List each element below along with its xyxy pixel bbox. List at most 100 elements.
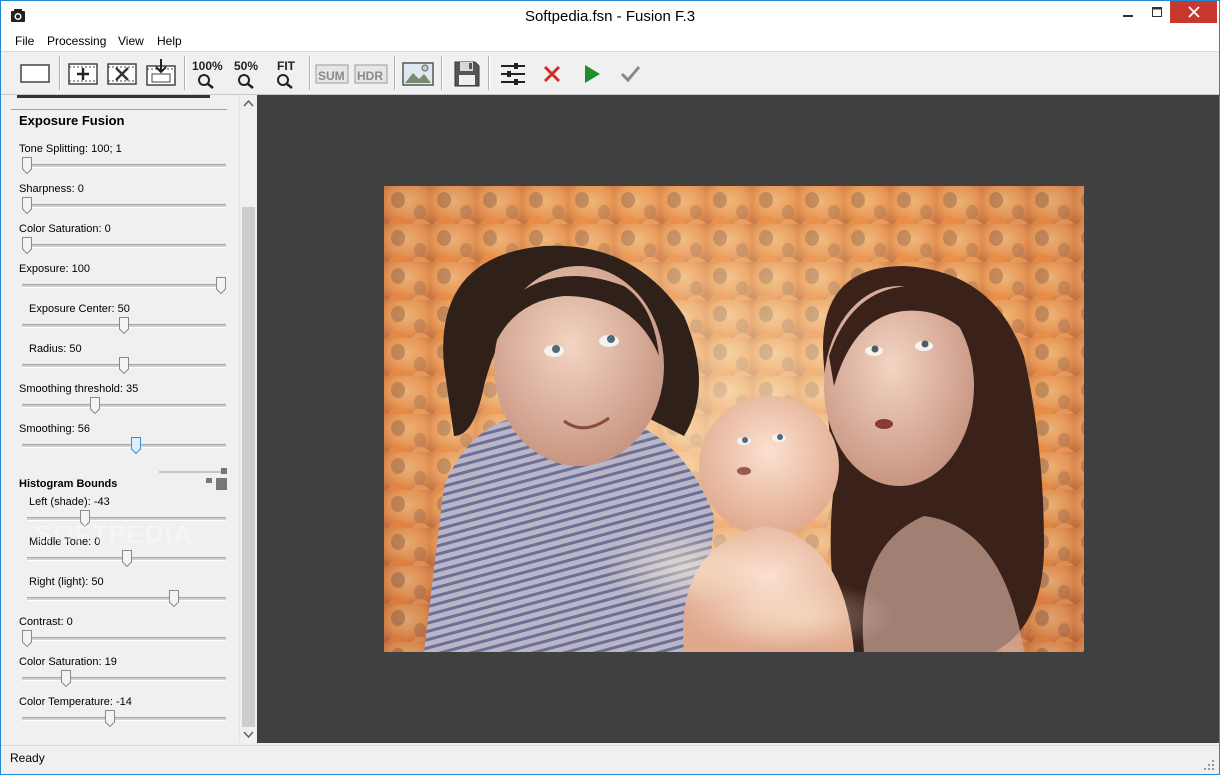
settings-panel: Exposure Fusion Tone Splitting: 100; 1 Sh… — [9, 95, 239, 743]
run-button[interactable] — [574, 56, 608, 90]
menu-help[interactable]: Help — [157, 34, 182, 48]
slider-label: Exposure Center: 50 — [29, 303, 130, 315]
status-bar: Ready — [1, 745, 1219, 774]
softpedia-watermark: SOFTPEDIA — [35, 519, 193, 549]
slider-thumb[interactable] — [22, 157, 32, 174]
remove-image-button[interactable] — [105, 56, 139, 90]
slider-track[interactable] — [22, 637, 226, 641]
slider-thumb[interactable] — [119, 317, 129, 334]
close-icon — [1187, 6, 1200, 18]
scroll-down-arrow-icon[interactable] — [240, 726, 257, 743]
slider-thumb[interactable] — [130, 437, 141, 454]
slider-label: Left (shade): -43 — [29, 496, 110, 508]
magnifier-icon — [238, 74, 254, 89]
slider-label: Radius: 50 — [29, 343, 82, 355]
sum-button[interactable]: SUM — [315, 56, 349, 90]
fused-photo — [384, 186, 1084, 652]
remove-frame-icon — [107, 63, 137, 85]
magnifier-icon — [277, 74, 293, 89]
toolbar-separator — [184, 56, 186, 90]
blank-frame-icon — [20, 64, 50, 83]
toolbar-separator — [394, 56, 396, 90]
panel-top-edge — [17, 95, 210, 98]
zoom-50-button[interactable]: 50% — [231, 56, 265, 90]
image-view-button[interactable] — [401, 56, 435, 90]
play-icon — [585, 65, 600, 83]
settings-button[interactable] — [496, 56, 530, 90]
scroll-thumb[interactable] — [242, 207, 255, 727]
slider-track[interactable] — [22, 164, 226, 168]
slider-label: Color Saturation: 0 — [19, 223, 111, 235]
slider-thumb[interactable] — [89, 397, 100, 414]
maximize-icon — [1151, 7, 1162, 17]
app-window: Softpedia.fsn - Fusion F.3 File Processi… — [0, 0, 1220, 775]
slider-track[interactable] — [22, 717, 226, 721]
import-frame-icon — [146, 59, 176, 86]
slider-track[interactable] — [22, 284, 226, 288]
slider-thumb[interactable] — [119, 357, 129, 374]
zoom-100-button[interactable]: 100% — [191, 56, 225, 90]
minimize-button[interactable] — [1113, 1, 1143, 23]
minimize-icon — [1123, 15, 1133, 17]
close-button[interactable] — [1170, 1, 1217, 23]
window-title: Softpedia.fsn - Fusion F.3 — [524, 8, 696, 25]
toolbar-separator — [59, 56, 61, 90]
sum-label: SUM — [318, 69, 345, 83]
slider-label: Smoothing threshold: 35 — [19, 383, 139, 395]
panel-scrollbar[interactable] — [239, 95, 257, 743]
slider-label: Color Saturation: 19 — [19, 656, 117, 668]
new-project-button[interactable] — [18, 56, 52, 90]
slider-label: Sharpness: 0 — [19, 183, 84, 195]
slider-label: Exposure: 100 — [19, 263, 90, 275]
add-frame-icon — [68, 63, 98, 85]
image-canvas[interactable] — [257, 95, 1219, 743]
slider-thumb[interactable] — [22, 630, 32, 647]
hdr-button[interactable]: HDR — [354, 56, 388, 90]
save-button[interactable] — [449, 56, 483, 90]
slider-label: Color Temperature: -14 — [19, 696, 132, 708]
toolbar-separator — [309, 56, 311, 90]
sliders-icon — [501, 63, 525, 85]
slider-label: Right (light): 50 — [29, 576, 104, 588]
slider-track[interactable] — [22, 444, 226, 448]
slider-label: Smoothing: 56 — [19, 423, 90, 435]
cancel-button[interactable] — [535, 56, 569, 90]
hdr-label: HDR — [357, 69, 383, 83]
slider-label: Contrast: 0 — [19, 616, 73, 628]
slider-track[interactable] — [22, 244, 226, 248]
add-image-button[interactable] — [66, 56, 100, 90]
resize-handle-icon[interactable] — [159, 466, 229, 490]
slider-track[interactable] — [22, 677, 226, 681]
resize-grip-icon[interactable] — [1204, 760, 1216, 772]
slider-thumb[interactable] — [22, 197, 32, 214]
toolbar-separator — [488, 56, 490, 90]
zoom-fit-button[interactable]: FIT — [270, 56, 304, 90]
scroll-up-arrow-icon[interactable] — [240, 95, 257, 112]
slider-track[interactable] — [27, 597, 226, 601]
slider-label: Tone Splitting: 100; 1 — [19, 143, 122, 155]
import-image-button[interactable] — [144, 56, 178, 90]
menu-processing[interactable]: Processing — [47, 34, 106, 48]
menu-view[interactable]: View — [118, 34, 144, 48]
checkmark-icon — [620, 66, 641, 83]
maximize-button[interactable] — [1143, 1, 1170, 23]
slider-thumb[interactable] — [60, 670, 71, 687]
slider-thumb[interactable] — [121, 550, 132, 567]
slider-track[interactable] — [22, 404, 226, 408]
status-text: Ready — [10, 751, 45, 765]
panel-title: Exposure Fusion — [19, 113, 125, 128]
slider-track[interactable] — [22, 204, 226, 208]
toolbar-separator — [441, 56, 443, 90]
picture-icon — [402, 62, 434, 86]
floppy-disk-icon — [454, 61, 480, 87]
menu-file[interactable]: File — [15, 34, 34, 48]
slider-thumb[interactable] — [22, 237, 32, 254]
red-cross-icon — [543, 65, 561, 83]
apply-button[interactable] — [613, 56, 647, 90]
histogram-bounds-title: Histogram Bounds — [19, 478, 118, 490]
slider-thumb[interactable] — [168, 590, 179, 607]
slider-thumb[interactable] — [216, 277, 226, 294]
panel-divider — [11, 109, 227, 110]
slider-thumb[interactable] — [105, 710, 116, 727]
magnifier-icon — [198, 74, 214, 89]
